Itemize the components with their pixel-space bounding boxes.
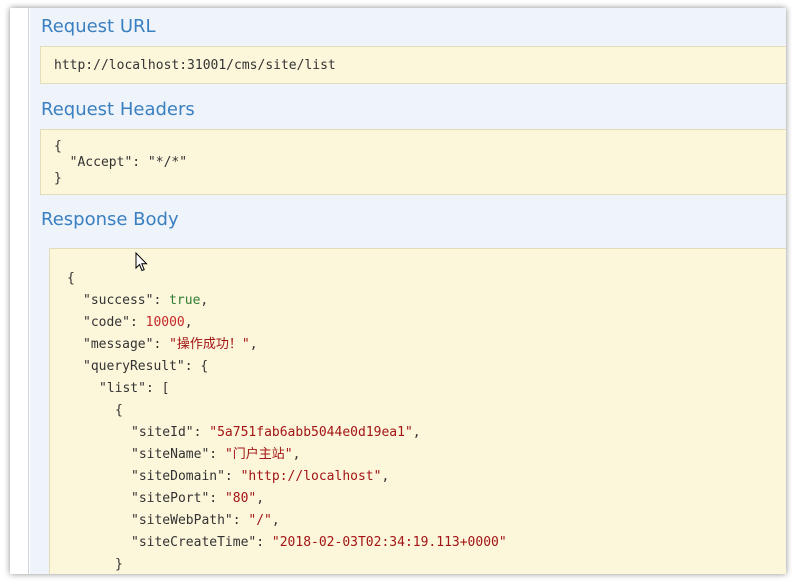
json-key: "code" bbox=[83, 315, 130, 330]
response-body-heading: Response Body bbox=[41, 209, 179, 230]
request-headers-heading: Request Headers bbox=[41, 99, 195, 120]
json-key: "siteWebPath" bbox=[131, 513, 233, 528]
json-key: "sitePort" bbox=[131, 491, 210, 506]
json-line-sitewebpath: "siteWebPath": "/", bbox=[131, 513, 280, 528]
json-value: 10000 bbox=[145, 315, 185, 330]
json-item-close: } bbox=[115, 557, 123, 572]
json-value: "/" bbox=[248, 513, 272, 528]
json-line-siteid: "siteId": "5a751fab6abb5044e0d19ea1", bbox=[131, 425, 421, 440]
json-line-list: "list": [ bbox=[99, 381, 170, 396]
json-key: "queryResult" bbox=[83, 359, 185, 374]
json-line-sitename: "siteName": "门户主站", bbox=[131, 447, 301, 462]
request-headers-box: { "Accept": "*/*" } bbox=[40, 129, 786, 195]
json-key: "siteDomain" bbox=[131, 469, 225, 484]
json-value: "门户主站" bbox=[224, 447, 293, 462]
json-value: "80" bbox=[224, 491, 257, 506]
json-value: "http://localhost" bbox=[240, 469, 382, 484]
json-value: "2018-02-03T02:34:19.113+0000" bbox=[271, 535, 507, 550]
json-line-sitecreatetime: "siteCreateTime": "2018-02-03T02:34:19.1… bbox=[131, 535, 507, 550]
json-key: "siteId" bbox=[131, 425, 194, 440]
json-key: "message" bbox=[83, 337, 154, 352]
headers-line-1: { bbox=[54, 139, 62, 154]
json-line-message: "message": "操作成功！", bbox=[83, 337, 258, 352]
request-url-value[interactable]: http://localhost:31001/cms/site/list bbox=[54, 58, 786, 74]
json-line-sitedomain: "siteDomain": "http://localhost", bbox=[131, 469, 390, 484]
json-line-queryresult: "queryResult": { bbox=[83, 359, 209, 374]
json-value: true bbox=[169, 293, 201, 308]
json-key: "success" bbox=[83, 293, 154, 308]
headers-line-3: } bbox=[54, 171, 62, 186]
json-value: "操作成功！" bbox=[169, 337, 250, 352]
json-line-success: "success": true, bbox=[83, 293, 209, 308]
window-frame: Request URL http://localhost:31001/cms/s… bbox=[10, 8, 786, 574]
response-body-box[interactable]: { "success": true, "code": 10000, "messa… bbox=[49, 248, 786, 574]
left-border-line bbox=[28, 8, 29, 574]
json-key: "siteCreateTime" bbox=[131, 535, 257, 550]
headers-line-2: "Accept": "*/*" bbox=[54, 155, 188, 170]
mouse-cursor-icon bbox=[135, 252, 148, 272]
json-line-code: "code": 10000, bbox=[83, 315, 193, 330]
request-url-box: http://localhost:31001/cms/site/list bbox=[40, 46, 786, 84]
json-item-open: { bbox=[115, 403, 123, 418]
json-open-brace: { bbox=[67, 271, 75, 286]
request-url-heading: Request URL bbox=[41, 16, 156, 37]
json-key: "siteName" bbox=[131, 447, 210, 462]
json-value: "5a751fab6abb5044e0d19ea1" bbox=[209, 425, 413, 440]
json-key: "list" bbox=[99, 381, 146, 396]
json-line-siteport: "sitePort": "80", bbox=[131, 491, 265, 506]
